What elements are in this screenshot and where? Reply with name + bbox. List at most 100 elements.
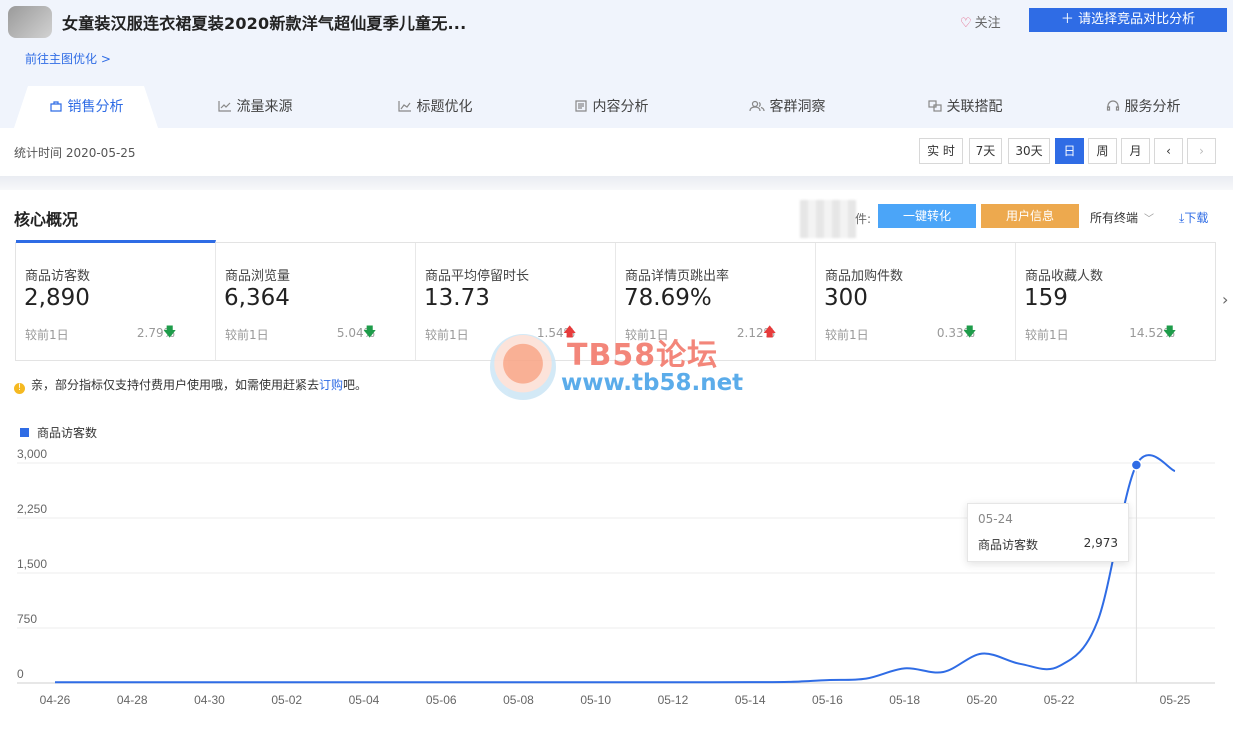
metric-next-arrow-icon[interactable]: › (1222, 290, 1228, 309)
tooltip-series: 商品访客数 (978, 538, 1039, 552)
metric-label: 商品详情页跳出率 (625, 269, 730, 284)
user-info-button[interactable]: 用户信息 (981, 204, 1079, 228)
period-day-button[interactable]: 日 (1055, 138, 1084, 164)
tab-label: 销售分析 (67, 99, 124, 115)
tab-label: 服务分析 (1124, 99, 1181, 115)
prev-date-button[interactable]: ‹ (1154, 138, 1183, 164)
legend-swatch (20, 428, 29, 437)
metric-compare-label: 较前1日 (1025, 328, 1069, 342)
data-point (1130, 459, 1143, 471)
visitors-line-chart[interactable]: 3,000 2,250 1,500 750 0 04-26 04-28 04-30 05-02 0… (0, 440, 1233, 730)
product-title: 女童装汉服连衣裙夏装2020新款洋气超仙夏季儿童无... (62, 14, 467, 33)
period-30days-button[interactable]: 30天 (1008, 138, 1050, 164)
metric-compare-label: 较前1日 (825, 328, 869, 342)
bag-icon (49, 101, 62, 112)
plus-icon: ＋ (1060, 12, 1079, 27)
x-tick-label: 05-04 (349, 693, 380, 707)
tab-label: 关联搭配 (946, 99, 1003, 115)
tab-label: 客群洞察 (769, 99, 826, 115)
metric-card-add-cart[interactable]: 商品加购件数 300 较前1日 0.33% 🡇 (816, 243, 1016, 360)
metric-card-visitors[interactable]: 商品访客数 2,890 较前1日 2.79% 🡇 (16, 240, 216, 360)
tab-related-match[interactable]: 关联搭配 (910, 86, 1020, 128)
subscribe-link[interactable]: 订购 (319, 378, 343, 392)
chevron-down-icon: ﹀ (1144, 214, 1155, 225)
arrow-down-icon: 🡇 (363, 325, 377, 340)
chevron-left-icon: ‹ (1166, 144, 1171, 158)
users-icon (748, 100, 765, 112)
tab-title-optimize[interactable]: 标题优化 (380, 86, 490, 128)
hand-logo-icon (490, 334, 556, 400)
terminal-select[interactable]: 所有终端 ﹀ (1090, 209, 1154, 226)
period-month-button[interactable]: 月 (1121, 138, 1150, 164)
product-thumbnail[interactable] (8, 6, 52, 38)
metric-compare-label: 较前1日 (425, 328, 469, 342)
blurred-region (800, 200, 856, 238)
metric-card-pageviews[interactable]: 商品浏览量 6,364 较前1日 5.04% 🡇 (216, 243, 416, 360)
metric-compare-label: 较前1日 (25, 328, 69, 342)
download-label: 下载 (1184, 211, 1209, 225)
x-tick-label: 05-06 (426, 693, 457, 707)
y-tick-label: 2,250 (17, 502, 47, 516)
tab-label: 内容分析 (592, 99, 649, 115)
document-icon (574, 100, 587, 112)
tab-bar: 销售分析 流量来源 标题优化 内容分析 客群洞察 关联搭配 服务分析 (0, 86, 1233, 128)
x-tick-label: 04-30 (194, 693, 225, 707)
y-tick-label: 0 (17, 667, 24, 681)
partial-label: 件: (855, 212, 872, 226)
goto-main-image-link[interactable]: 前往主图优化 > (25, 50, 111, 67)
metric-label: 商品浏览量 (225, 269, 291, 284)
x-tick-label: 05-08 (503, 693, 534, 707)
next-date-button[interactable]: › (1187, 138, 1216, 164)
trend-icon (397, 101, 411, 112)
arrow-down-icon: 🡇 (963, 325, 977, 340)
metric-card-favorites[interactable]: 商品收藏人数 159 较前1日 14.52% 🡇 (1016, 243, 1215, 360)
metric-value: 6,364 (224, 285, 290, 311)
download-button[interactable]: ⤓下载 (1179, 209, 1208, 226)
chevron-right-icon: › (1199, 144, 1204, 158)
tab-service-analysis[interactable]: 服务分析 (1088, 86, 1198, 128)
tab-label: 流量来源 (236, 99, 293, 115)
paid-feature-notice: ! 亲，部分指标仅支持付费用户使用哦，如需使用赶紧去订购吧。 (14, 376, 367, 394)
watermark: TB58论坛 www.tb58.net (485, 330, 765, 410)
link-icon (927, 100, 942, 112)
x-tick-label: 05-10 (580, 693, 611, 707)
y-tick-label: 1,500 (17, 557, 47, 571)
tab-sales-analysis[interactable]: 销售分析 (14, 86, 158, 128)
compare-competitor-button[interactable]: ＋ 请选择竞品对比分析 (1029, 8, 1227, 32)
tab-label: 标题优化 (416, 99, 473, 115)
compare-label: 请选择竞品对比分析 (1078, 12, 1196, 27)
tab-traffic-source[interactable]: 流量来源 (200, 86, 310, 128)
chart-tooltip: 05-24 商品访客数 2,973 (967, 503, 1129, 562)
follow-button[interactable]: ♡ 关注 (960, 12, 1001, 31)
heart-icon: ♡ (960, 16, 972, 31)
tooltip-date: 05-24 (978, 512, 1013, 526)
metric-value: 78.69% (624, 285, 712, 311)
y-tick-label: 3,000 (17, 447, 47, 461)
arrow-down-icon: 🡇 (1163, 325, 1177, 340)
follow-label: 关注 (974, 16, 1001, 31)
metric-value: 300 (824, 285, 868, 311)
arrow-down-icon: 🡇 (163, 325, 177, 340)
tab-audience-insight[interactable]: 客群洞察 (732, 86, 842, 128)
tab-content-analysis[interactable]: 内容分析 (556, 86, 666, 128)
metric-label: 商品访客数 (25, 269, 91, 284)
x-tick-label: 04-28 (117, 693, 148, 707)
watermark-line2: www.tb58.net (561, 370, 744, 396)
x-tick-label: 04-26 (40, 693, 71, 707)
period-realtime-button[interactable]: 实 时 (919, 138, 963, 164)
chart-legend[interactable]: 商品访客数 (20, 424, 97, 441)
tooltip-value: 2,973 (1083, 536, 1118, 550)
headset-icon (1106, 100, 1119, 111)
x-tick-label: 05-16 (812, 693, 843, 707)
info-icon: ! (14, 383, 25, 394)
metric-value: 13.73 (424, 285, 490, 311)
terminal-select-value: 所有终端 (1090, 211, 1139, 225)
x-tick-label: 05-14 (735, 693, 766, 707)
x-tick-label: 05-02 (271, 693, 302, 707)
period-week-button[interactable]: 周 (1088, 138, 1117, 164)
period-7days-button[interactable]: 7天 (969, 138, 1002, 164)
one-click-convert-button[interactable]: 一键转化 (878, 204, 976, 228)
x-tick-label: 05-12 (658, 693, 689, 707)
x-tick-label: 05-25 (1160, 693, 1191, 707)
watermark-line1: TB58论坛 (567, 338, 719, 373)
